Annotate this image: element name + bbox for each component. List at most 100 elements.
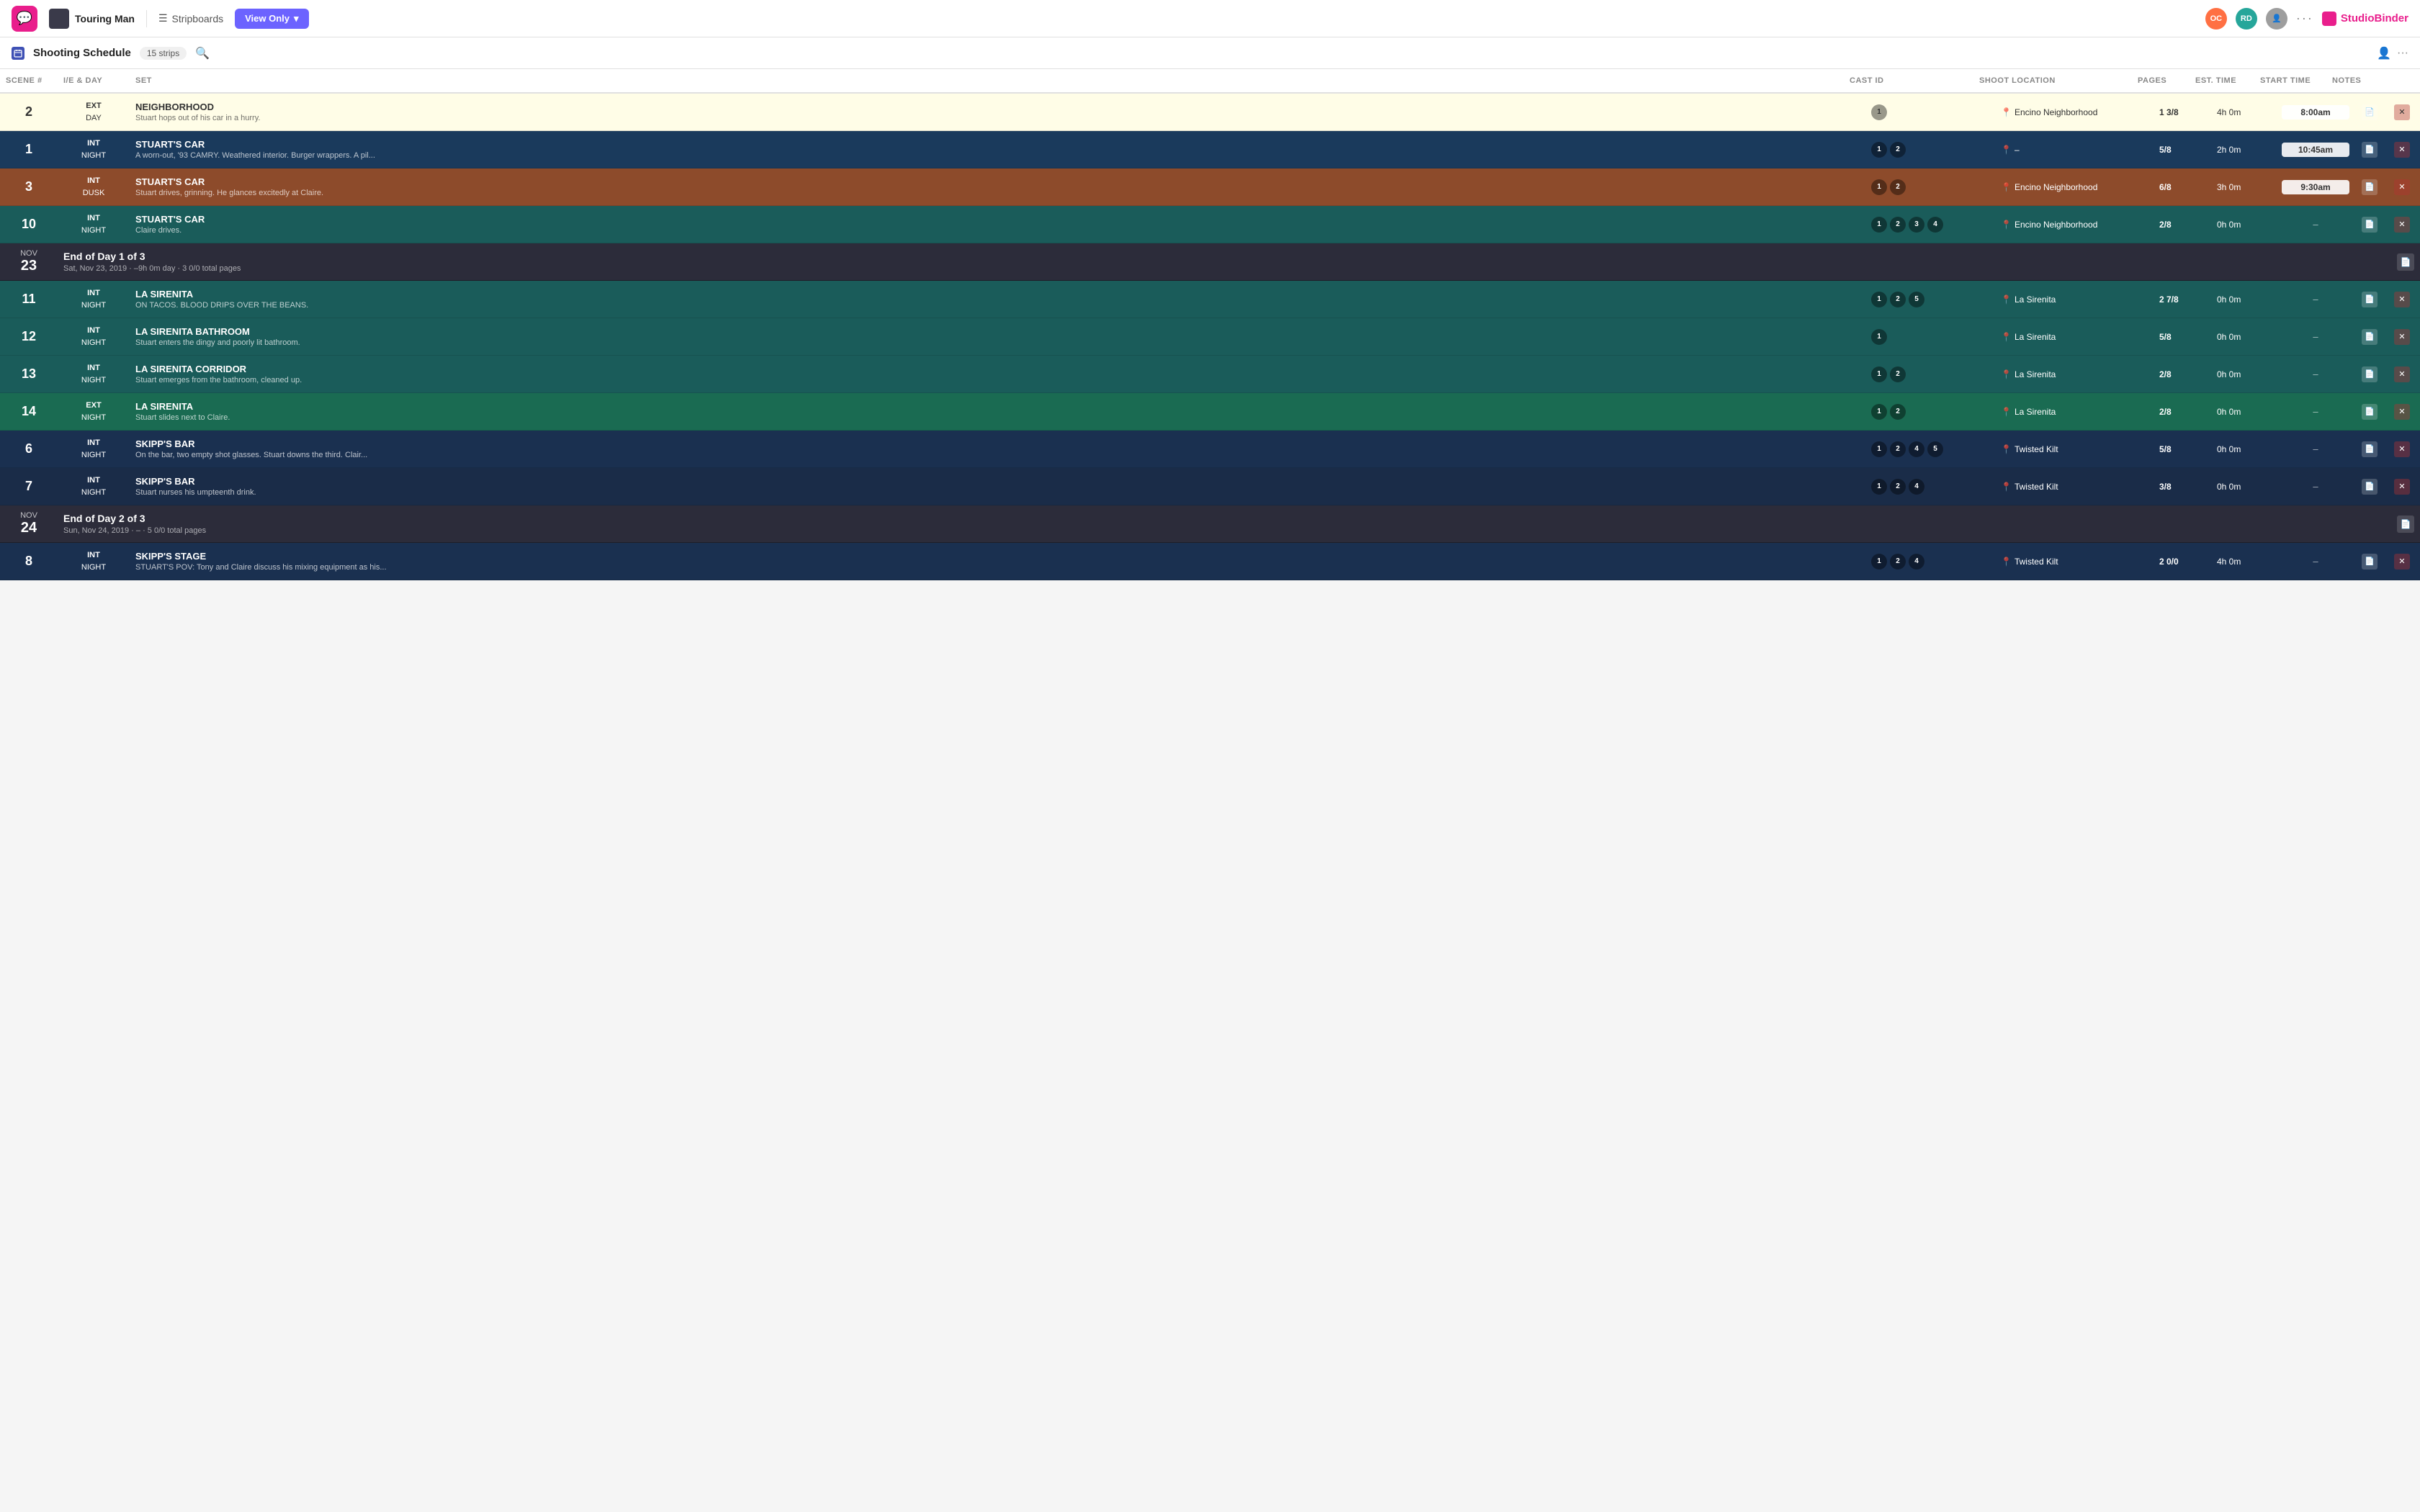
set-title: LA SIRENITA bbox=[135, 289, 1860, 300]
note-button[interactable]: 📄 bbox=[2355, 364, 2384, 385]
set-title: NEIGHBORHOOD bbox=[135, 102, 1860, 112]
set-title: STUART'S CAR bbox=[135, 176, 1860, 187]
set-info: SKIPP'S BAR On the bar, two empty shot g… bbox=[130, 434, 1865, 464]
col-scene: SCENE # bbox=[0, 73, 58, 88]
note-button[interactable]: 📄 bbox=[2355, 139, 2384, 161]
note-button[interactable]: 📄 bbox=[2355, 551, 2384, 572]
ie-day: INT NIGHT bbox=[58, 470, 130, 503]
cast-ids: 1245 bbox=[1865, 437, 1995, 462]
avatar-oc[interactable]: OC bbox=[2205, 8, 2227, 30]
note-button[interactable]: 📄 bbox=[2355, 476, 2384, 498]
ie-day: INT NIGHT bbox=[58, 208, 130, 240]
stripboards-label: Stripboards bbox=[172, 13, 224, 24]
delete-button[interactable]: ✕ bbox=[2384, 438, 2420, 460]
delete-button[interactable]: ✕ bbox=[2384, 476, 2420, 498]
cast-badge: 2 bbox=[1890, 366, 1906, 382]
start-time-dash: – bbox=[2282, 369, 2349, 379]
pages: 5/8 bbox=[2154, 440, 2211, 459]
note-icon[interactable]: 📄 bbox=[2397, 253, 2414, 271]
start-time[interactable]: – bbox=[2276, 327, 2355, 346]
delete-button[interactable]: ✕ bbox=[2384, 289, 2420, 310]
set-info: LA SIRENITA ON TACOS. BLOOD DRIPS OVER T… bbox=[130, 284, 1865, 314]
set-info: LA SIRENITA Stuart slides next to Claire… bbox=[130, 397, 1865, 426]
set-title: LA SIRENITA bbox=[135, 401, 1860, 412]
start-time[interactable]: – bbox=[2276, 402, 2355, 421]
cast-ids: 124 bbox=[1865, 549, 1995, 574]
set-info: LA SIRENITA CORRIDOR Stuart emerges from… bbox=[130, 359, 1865, 389]
more-options-icon[interactable]: ··· bbox=[2397, 47, 2408, 60]
delete-button[interactable]: ✕ bbox=[2384, 102, 2420, 123]
delete-button[interactable]: ✕ bbox=[2384, 214, 2420, 235]
search-icon[interactable]: 🔍 bbox=[195, 46, 210, 60]
note-button[interactable]: 📄 bbox=[2355, 214, 2384, 235]
cast-badge: 1 bbox=[1871, 404, 1887, 420]
delete-button[interactable]: ✕ bbox=[2384, 364, 2420, 385]
start-time[interactable]: 10:45am bbox=[2276, 138, 2355, 161]
start-time[interactable]: – bbox=[2276, 364, 2355, 384]
project-name[interactable]: Touring Man bbox=[75, 13, 135, 24]
delete-button[interactable]: ✕ bbox=[2384, 326, 2420, 348]
table-row: 11 INT NIGHT LA SIRENITA ON TACOS. BLOOD… bbox=[0, 281, 2420, 318]
scene-number: 12 bbox=[0, 325, 58, 348]
col-ie-day: I/E & DAY bbox=[58, 73, 130, 88]
start-time[interactable]: – bbox=[2276, 552, 2355, 571]
note-button[interactable]: 📄 bbox=[2355, 401, 2384, 423]
cast-badge: 1 bbox=[1871, 441, 1887, 457]
ie-day: INT DUSK bbox=[58, 171, 130, 203]
app-icon[interactable]: 💬 bbox=[12, 6, 37, 32]
delete-button[interactable]: ✕ bbox=[2384, 176, 2420, 198]
start-time-badge[interactable]: 10:45am bbox=[2282, 143, 2349, 157]
est-time: 2h 0m bbox=[2211, 140, 2276, 159]
stripboards-link[interactable]: ☰ Stripboards bbox=[158, 12, 223, 24]
note-button[interactable]: 📄 bbox=[2355, 438, 2384, 460]
ie-day: EXT DAY bbox=[58, 96, 130, 128]
est-time: 0h 0m bbox=[2211, 365, 2276, 384]
delete-button[interactable]: ✕ bbox=[2384, 551, 2420, 572]
schedule-icon bbox=[12, 47, 24, 60]
avatar-user[interactable]: 👤 bbox=[2266, 8, 2287, 30]
shoot-location: 📍 Encino Neighborhood bbox=[1995, 103, 2154, 122]
note-button[interactable]: 📄 bbox=[2355, 326, 2384, 348]
avatar-rd[interactable]: RD bbox=[2236, 8, 2257, 30]
table-row: 7 INT NIGHT SKIPP'S BAR Stuart nurses hi… bbox=[0, 468, 2420, 505]
start-time-badge[interactable]: 9:30am bbox=[2282, 180, 2349, 194]
cast-ids: 1234 bbox=[1865, 212, 1995, 237]
note-button[interactable]: 📄 bbox=[2355, 102, 2384, 123]
more-options-button[interactable]: ··· bbox=[2296, 11, 2313, 26]
note-button[interactable]: 📄 bbox=[2355, 289, 2384, 310]
set-title: SKIPP'S STAGE bbox=[135, 551, 1860, 562]
cast-badge: 5 bbox=[1927, 441, 1943, 457]
start-time-badge[interactable]: 8:00am bbox=[2282, 105, 2349, 120]
est-time: 0h 0m bbox=[2211, 477, 2276, 496]
pin-icon: 📍 bbox=[2001, 444, 2012, 454]
delete-button[interactable]: ✕ bbox=[2384, 139, 2420, 161]
start-time[interactable]: – bbox=[2276, 439, 2355, 459]
cast-badge: 2 bbox=[1890, 179, 1906, 195]
shoot-location: 📍 Encino Neighborhood bbox=[1995, 215, 2154, 234]
cast-badge: 1 bbox=[1871, 292, 1887, 307]
cast-badge: 2 bbox=[1890, 479, 1906, 495]
studiobinder-logo: StudioBinder bbox=[2322, 12, 2408, 26]
note-button[interactable]: 📄 bbox=[2355, 176, 2384, 198]
pages: 2/8 bbox=[2154, 215, 2211, 234]
cast-badge: 4 bbox=[1909, 441, 1924, 457]
shoot-location: 📍 La Sirenita bbox=[1995, 328, 2154, 346]
set-description: Stuart emerges from the bathroom, cleane… bbox=[135, 376, 1860, 384]
shoot-location: 📍 – bbox=[1995, 140, 2154, 159]
note-icon[interactable]: 📄 bbox=[2397, 516, 2414, 533]
delete-button[interactable]: ✕ bbox=[2384, 401, 2420, 423]
cast-badge: 3 bbox=[1909, 217, 1924, 233]
start-time[interactable]: 9:30am bbox=[2276, 176, 2355, 199]
start-time[interactable]: – bbox=[2276, 215, 2355, 234]
cast-badge: 1 bbox=[1871, 554, 1887, 570]
start-time[interactable]: – bbox=[2276, 289, 2355, 309]
cast-badge: 1 bbox=[1871, 329, 1887, 345]
start-time[interactable]: 8:00am bbox=[2276, 101, 2355, 124]
user-icon[interactable]: 👤 bbox=[2377, 46, 2391, 60]
start-time-dash: – bbox=[2282, 444, 2349, 454]
sub-nav-right: 👤 ··· bbox=[2377, 46, 2408, 60]
set-description: ON TACOS. BLOOD DRIPS OVER THE BEANS. bbox=[135, 301, 1860, 310]
view-only-button[interactable]: View Only ▾ bbox=[235, 9, 308, 29]
start-time[interactable]: – bbox=[2276, 477, 2355, 496]
strips-badge: 15 strips bbox=[140, 47, 187, 60]
